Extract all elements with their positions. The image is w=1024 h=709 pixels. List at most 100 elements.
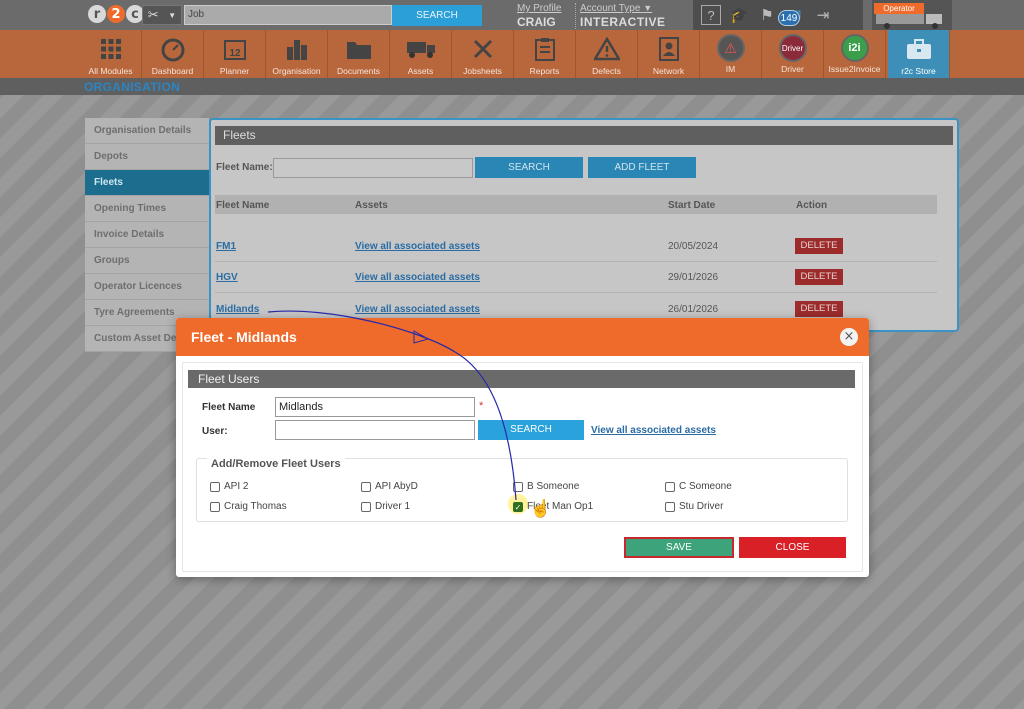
module-label: Organisation (272, 66, 321, 76)
briefcase-icon (904, 34, 934, 64)
sidebar-item-depots[interactable]: Depots (85, 144, 209, 170)
operator-label: Operator (874, 3, 924, 14)
user-checkbox-c-someone[interactable]: C Someone (665, 481, 732, 492)
module-reports[interactable]: Reports (514, 30, 576, 78)
user-checkbox-api-abyd[interactable]: API AbyD (361, 481, 418, 492)
save-button[interactable]: SAVE (624, 537, 734, 558)
module-im[interactable]: ⚠ IM (700, 30, 762, 78)
module-label: Issue2Invoice (828, 64, 881, 74)
view-assets-link[interactable]: View all associated assets (355, 272, 480, 283)
notifications-icon[interactable]: ⚑ (757, 5, 777, 25)
module-assets[interactable]: Assets (390, 30, 452, 78)
account-type-block: Account Type ▼ INTERACTIVE (575, 3, 666, 29)
checkbox[interactable] (665, 501, 675, 512)
column-header-start-date[interactable]: Start Date (668, 200, 715, 211)
delete-button[interactable]: DELETE (795, 301, 843, 317)
module-organisation[interactable]: Organisation (266, 30, 328, 78)
account-type-label: Account Type (580, 3, 641, 14)
view-assets-link[interactable]: View all associated assets (355, 304, 480, 315)
contact-card-icon (654, 34, 684, 64)
truck-icon (406, 34, 436, 64)
sidebar-item-groups[interactable]: Groups (85, 248, 209, 274)
delete-button[interactable]: DELETE (795, 238, 843, 254)
module-label: Documents (337, 66, 380, 76)
module-network[interactable]: Network (638, 30, 700, 78)
module-label: Network (652, 66, 685, 76)
tools-icon (468, 34, 498, 64)
driver-badge-text: Driver (781, 43, 804, 53)
user-checkbox-fleet-man-op1[interactable]: ✓ Fleet Man Op1 (513, 501, 593, 512)
checkbox[interactable] (210, 481, 220, 492)
user-checkbox-craig-thomas[interactable]: Craig Thomas (210, 501, 287, 512)
sidebar-item-operator-licences[interactable]: Operator Licences (85, 274, 209, 300)
close-button[interactable]: CLOSE (739, 537, 846, 558)
folder-icon (344, 34, 374, 64)
fleets-table-header (215, 195, 937, 214)
module-jobsheets[interactable]: Jobsheets (452, 30, 514, 78)
r2c-logo[interactable]: r 2 c (88, 5, 144, 25)
speedometer-icon (158, 34, 188, 64)
logout-icon[interactable]: ⇥ (813, 5, 833, 25)
checkbox-label: API 2 (224, 481, 249, 492)
module-label: Defects (592, 66, 621, 76)
module-planner[interactable]: 12 Planner (204, 30, 266, 78)
sidebar-item-opening-times[interactable]: Opening Times (85, 196, 209, 222)
module-label: IM (725, 64, 736, 74)
view-assets-link[interactable]: View all associated assets (355, 241, 480, 252)
checkbox[interactable] (210, 501, 220, 512)
account-type-link[interactable]: Account Type ▼ (580, 3, 666, 14)
im-icon: ⚠ (716, 34, 745, 62)
required-marker: * (479, 400, 484, 412)
delete-button[interactable]: DELETE (795, 269, 843, 285)
checkbox[interactable] (513, 481, 523, 492)
user-checkbox-stu-driver[interactable]: Stu Driver (665, 501, 723, 512)
module-dashboard[interactable]: Dashboard (142, 30, 204, 78)
page-title: ORGANISATION (84, 80, 181, 94)
user-checkbox-b-someone[interactable]: B Someone (513, 481, 579, 492)
tools-dropdown-button[interactable]: ✂ ▼ (142, 5, 182, 25)
module-defects[interactable]: Defects (576, 30, 638, 78)
user-search-button[interactable]: SEARCH (478, 420, 584, 440)
checkbox[interactable] (665, 481, 675, 492)
organisation-sidebar: Organisation Details Depots Fleets Openi… (85, 118, 209, 352)
sidebar-item-invoice-details[interactable]: Invoice Details (85, 222, 209, 248)
user-checkbox-api-2[interactable]: API 2 (210, 481, 248, 492)
checkbox-checked-icon[interactable]: ✓ (513, 501, 523, 512)
fleet-search-button[interactable]: SEARCH (475, 157, 583, 178)
calendar-number: 12 (229, 48, 241, 59)
modal-title: Fleet - Midlands (191, 329, 297, 345)
fleet-name-link[interactable]: HGV (216, 272, 238, 283)
help-icon[interactable]: ? (701, 5, 721, 25)
sidebar-item-fleets[interactable]: Fleets (85, 170, 209, 196)
fleet-name-link[interactable]: FM1 (216, 241, 236, 252)
module-documents[interactable]: Documents (328, 30, 390, 78)
checkbox[interactable] (361, 481, 371, 492)
fleet-users-legend: Add/Remove Fleet Users (207, 458, 345, 470)
job-search-button[interactable]: SEARCH (392, 5, 482, 26)
fleet-name-link[interactable]: Midlands (216, 304, 259, 315)
start-date: 20/05/2024 (668, 241, 719, 252)
view-assets-link[interactable]: View all associated assets (591, 425, 716, 436)
graduation-cap-icon[interactable]: 🎓 (729, 5, 749, 25)
module-issue2invoice[interactable]: i2i Issue2Invoice (824, 30, 886, 78)
module-driver[interactable]: Driver Driver (762, 30, 824, 78)
user-checkbox-driver-1[interactable]: Driver 1 (361, 501, 410, 512)
column-header-action: Action (796, 200, 828, 211)
module-label: All Modules (88, 66, 133, 76)
close-icon[interactable]: × (840, 328, 858, 346)
fleet-name-field[interactable]: Midlands (275, 397, 475, 417)
module-label: Reports (529, 66, 560, 76)
column-header-fleet-name[interactable]: Fleet Name (216, 200, 269, 211)
fleet-name-filter-input[interactable] (273, 158, 473, 178)
module-r2c-store[interactable]: r2c Store (888, 30, 950, 78)
add-fleet-button[interactable]: ADD FLEET (588, 157, 696, 178)
module-all-modules[interactable]: All Modules (80, 30, 142, 78)
user-search-field[interactable] (275, 420, 475, 440)
checkbox[interactable] (361, 501, 371, 512)
checkbox-label: Stu Driver (679, 501, 724, 512)
sidebar-item-organisation-details[interactable]: Organisation Details (85, 118, 209, 144)
checkbox-label: Driver 1 (375, 501, 411, 512)
fleet-modal: Fleet - Midlands × Fleet Users Fleet Nam… (176, 318, 869, 577)
my-profile-link[interactable]: My Profile (517, 3, 561, 14)
job-search-input[interactable]: Job (184, 5, 392, 25)
